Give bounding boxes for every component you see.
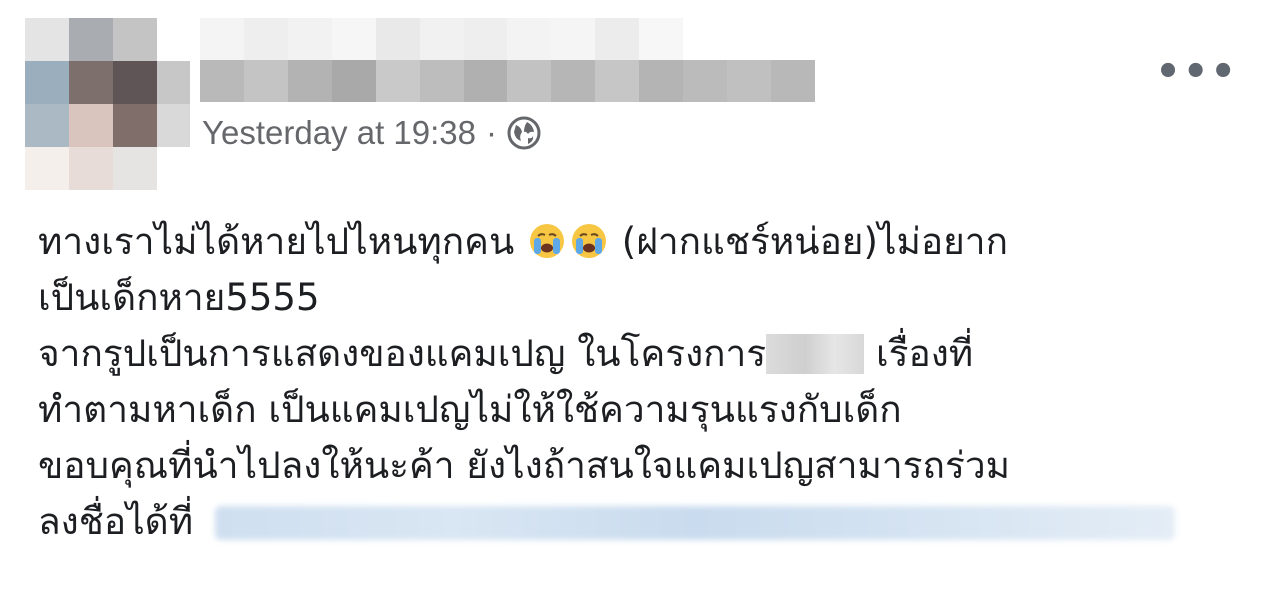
loudly-crying-face-icon — [528, 220, 566, 258]
post-meta: Yesterday at 19:38 · — [202, 108, 541, 158]
author-name-redacted[interactable] — [200, 18, 815, 103]
post-text-segment: เรื่องที่ — [875, 332, 974, 375]
avatar[interactable] — [25, 18, 190, 190]
post-text-segment: ลงชื่อได้ที่ — [38, 500, 194, 543]
post-text-segment: (ฝากแชร์หน่อย)ไม่อยาก — [621, 220, 1008, 263]
redacted-link[interactable] — [215, 506, 1176, 540]
post-text-segment: ทางเราไม่ได้หายไปไหนทุกคน — [38, 220, 515, 263]
post-text-segment: จากรูปเป็นการแสดงของแคมเปญ ในโครงการ — [38, 332, 767, 375]
redacted-project-name — [766, 334, 865, 374]
globe-icon[interactable] — [507, 116, 541, 150]
post-line: ขอบคุณที่นำไปลงให้นะค้า ยังไงถ้าสนใจแคมเ… — [38, 444, 1010, 487]
post-line: ลงชื่อได้ที่ — [38, 494, 1258, 550]
post-line: จากรูปเป็นการแสดงของแคมเปญ ในโครงการ เรื… — [38, 326, 1258, 382]
post-text: ทางเราไม่ได้หายไปไหนทุกคน (ฝากแชร์หน่อย)… — [38, 214, 1258, 550]
more-options-button[interactable]: ••• — [1155, 52, 1238, 92]
meta-separator: · — [486, 114, 497, 151]
timestamp[interactable]: Yesterday at 19:38 — [202, 114, 476, 152]
post-line: เป็นเด็กหาย5555 — [38, 276, 320, 319]
post-line: ทางเราไม่ได้หายไปไหนทุกคน (ฝากแชร์หน่อย)… — [38, 214, 1258, 270]
loudly-crying-face-icon — [570, 220, 608, 258]
post-line: ทำตามหาเด็ก เป็นแคมเปญไม่ให้ใช้ความรุนแร… — [38, 388, 902, 431]
